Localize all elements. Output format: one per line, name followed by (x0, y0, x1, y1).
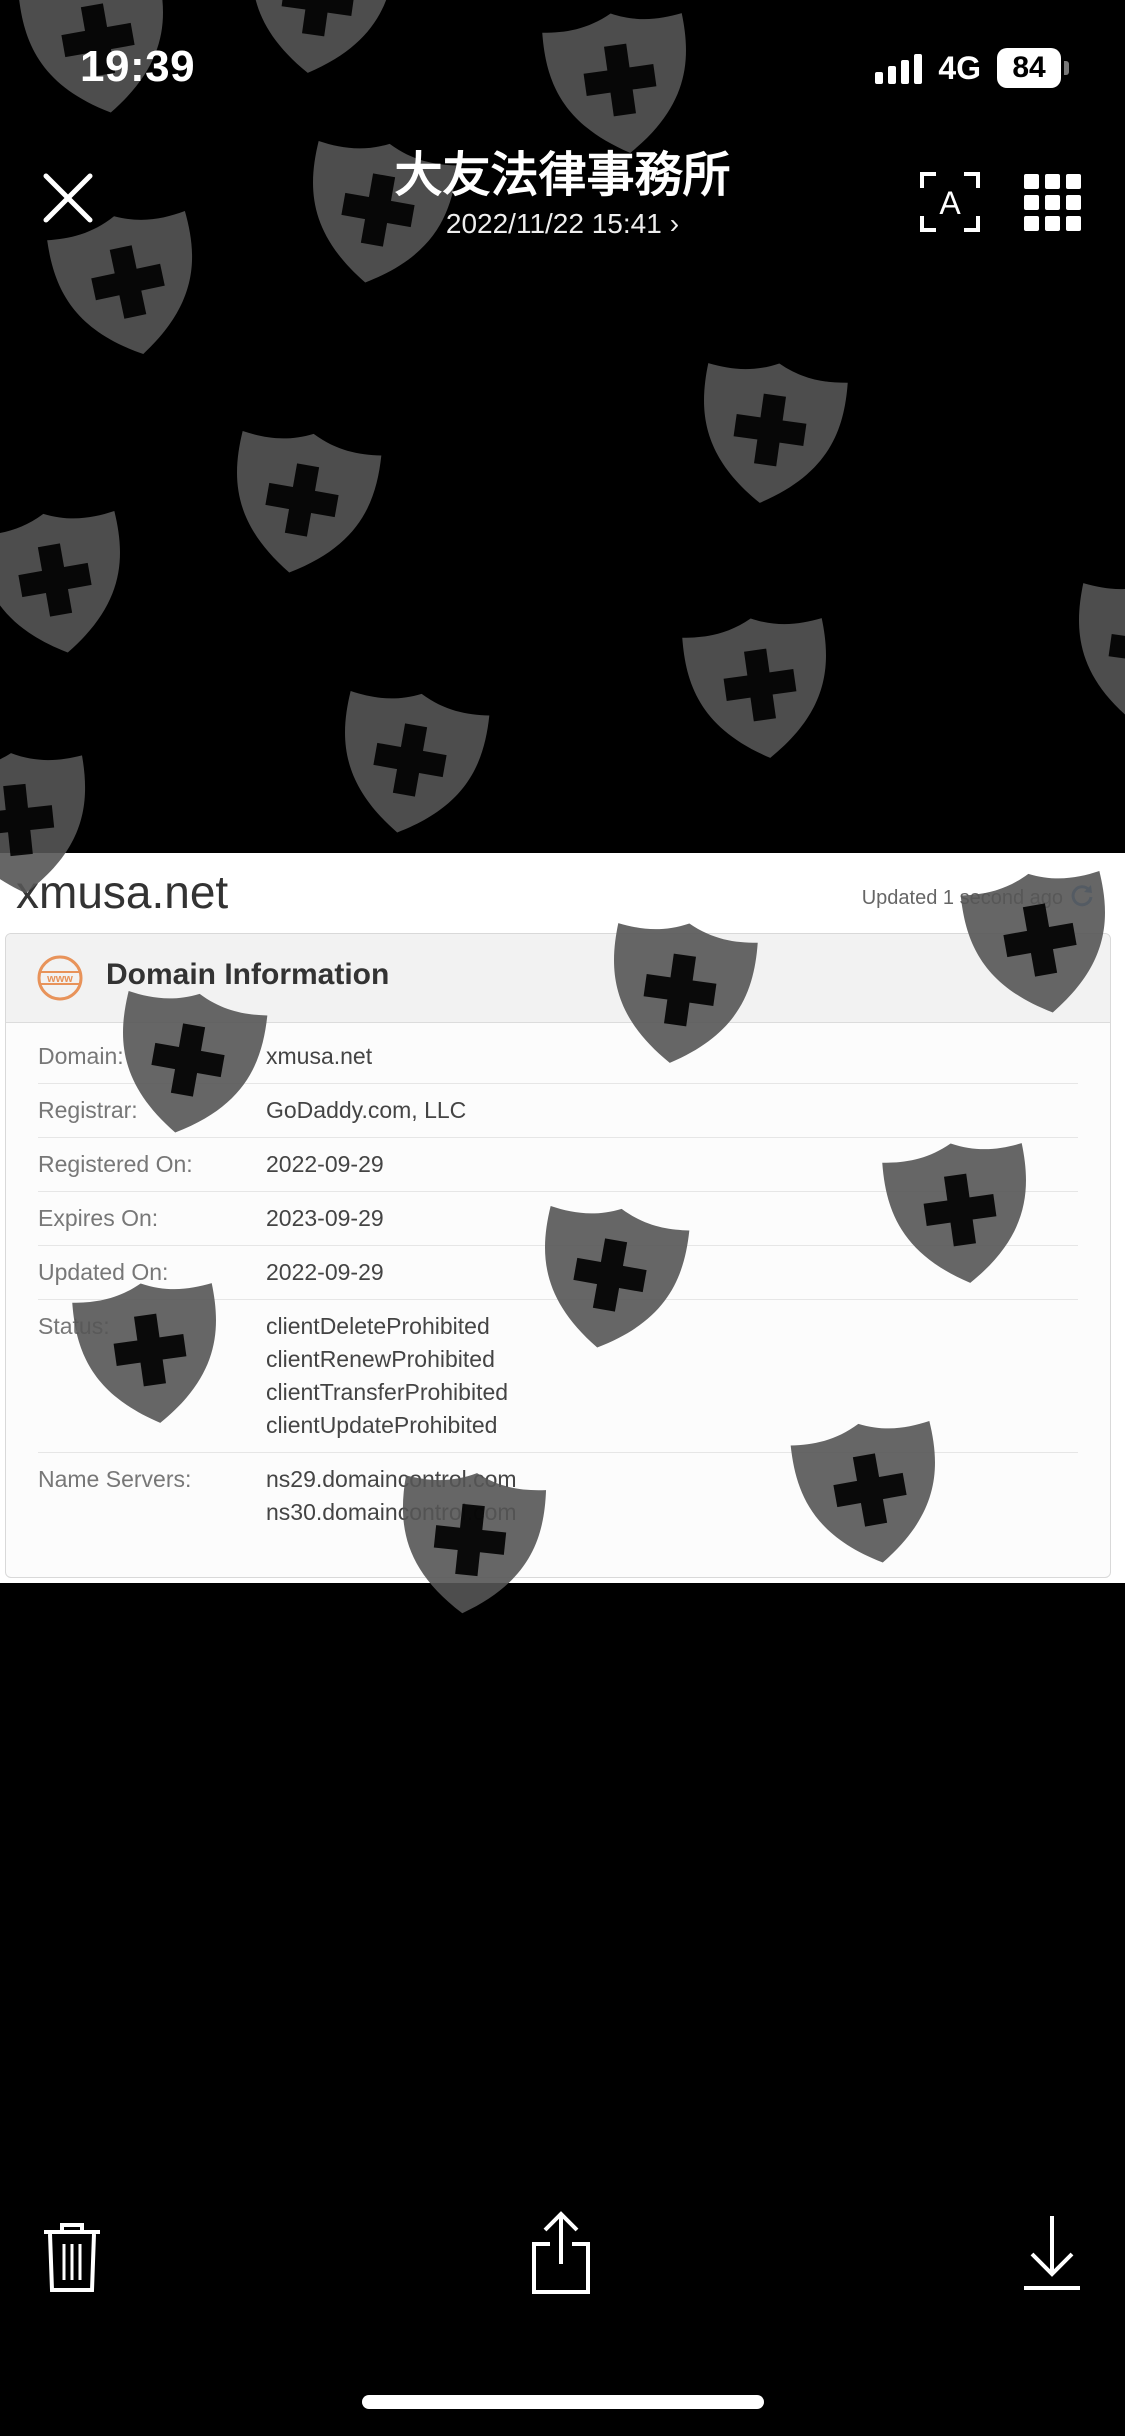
info-label: Registered On: (38, 1151, 193, 1177)
status-time: 19:39 (80, 42, 196, 91)
screenshot-document: xmusa.net Updated 1 second ago www Domai… (0, 853, 1125, 1583)
info-row: Updated On: 2022-09-29 (38, 1246, 1078, 1300)
delete-button[interactable] (40, 2220, 104, 2294)
network-type: 4G (938, 49, 981, 86)
live-text-button[interactable]: A (918, 170, 982, 234)
info-row: Domain: xmusa.net (38, 1030, 1078, 1084)
status-bar: 19:39 4G 84 (0, 0, 1125, 140)
domain-heading: xmusa.net (16, 866, 229, 918)
info-value-line: GoDaddy.com, LLC (266, 1097, 467, 1123)
info-label: Name Servers: (38, 1466, 192, 1492)
info-row: Registered On: 2022-09-29 (38, 1138, 1078, 1192)
info-value: clientDeleteProhibited clientRenewProhibi… (266, 1310, 508, 1442)
download-icon (1024, 2216, 1080, 2290)
share-icon (532, 2211, 590, 2294)
home-indicator[interactable] (362, 2395, 764, 2409)
shield-cross-icon (0, 511, 120, 653)
info-label: Domain: (38, 1043, 124, 1069)
svg-text:www: www (46, 973, 73, 985)
info-value-line: clientTransferProhibited (266, 1379, 509, 1405)
info-value-line: ns30.domaincontrol.com (266, 1499, 517, 1525)
refresh-icon (1071, 885, 1093, 907)
bottom-toolbar (0, 2210, 1125, 2320)
panel-header: www Domain Information (6, 934, 1110, 1023)
grid-view-button[interactable] (1024, 174, 1082, 232)
document-header: xmusa.net Updated 1 second ago (0, 853, 1125, 935)
info-value-line: clientRenewProhibited (266, 1346, 495, 1372)
status-indicators: 4G 84 (875, 48, 1069, 88)
info-value-line: ns29.domaincontrol.com (266, 1466, 517, 1492)
info-rows: Domain: xmusa.net Registrar: GoDaddy.com, L… (38, 1030, 1078, 1539)
updated-status: Updated 1 second ago (861, 887, 1063, 909)
www-icon: www (37, 955, 83, 1001)
info-value-line: clientUpdateProhibited (266, 1412, 498, 1438)
info-label: Status: (38, 1313, 110, 1339)
battery-level: 84 (997, 48, 1061, 88)
shield-cross-icon (682, 618, 826, 758)
info-value-line: clientDeleteProhibited (266, 1313, 490, 1339)
info-value: GoDaddy.com, LLC (266, 1094, 466, 1127)
grid-icon (1024, 174, 1081, 231)
info-value-line: 2023-09-29 (266, 1205, 384, 1231)
info-value-line: 2022-09-29 (266, 1151, 384, 1177)
svg-text:A: A (939, 185, 961, 221)
info-row: Name Servers: ns29.domaincontrol.com ns30.… (38, 1453, 1078, 1539)
info-value: 2022-09-29 (266, 1148, 384, 1181)
domain-info-panel: www Domain Information Domain: xmusa.net R… (5, 933, 1111, 1578)
share-button[interactable] (528, 2210, 594, 2296)
info-label: Expires On: (38, 1205, 159, 1231)
info-value: xmusa.net (266, 1040, 372, 1073)
info-row: Registrar: GoDaddy.com, LLC (38, 1084, 1078, 1138)
shield-cross-icon (704, 363, 848, 503)
info-label: Registrar: (38, 1097, 138, 1123)
info-value: 2023-09-29 (266, 1202, 384, 1235)
panel-title: Domain Information (106, 958, 390, 991)
info-row: Status: clientDeleteProhibited clientRenew… (38, 1300, 1078, 1453)
info-value: ns29.domaincontrol.com ns30.domaincontrol… (266, 1463, 517, 1529)
battery-icon: 84 (997, 48, 1069, 88)
info-value-line: 2022-09-29 (266, 1259, 384, 1285)
info-value: 2022-09-29 (266, 1256, 384, 1289)
photo-viewer-header: 大友法律事務所 2022/11/22 15:41 › A (0, 140, 1125, 270)
shield-cross-icon (237, 431, 382, 573)
download-button[interactable] (1020, 2210, 1084, 2296)
info-label: Updated On: (38, 1259, 169, 1285)
info-row: Expires On: 2023-09-29 (38, 1192, 1078, 1246)
info-value-line: xmusa.net (266, 1043, 373, 1069)
trash-icon (44, 2223, 100, 2292)
live-text-icon: A (920, 172, 980, 232)
signal-icon (875, 52, 923, 84)
shield-cross-icon (1079, 583, 1125, 723)
shield-cross-icon (345, 691, 490, 833)
chevron-right-icon: › (669, 208, 680, 239)
